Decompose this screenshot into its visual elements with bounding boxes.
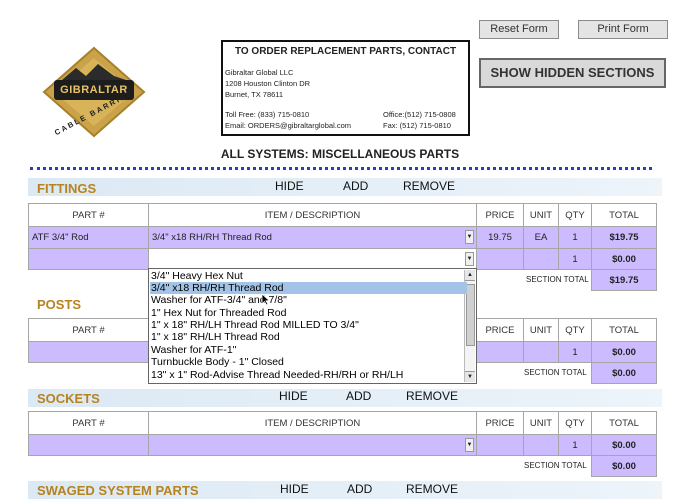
sockets-col-item-header: ITEM / DESCRIPTION [148,411,477,435]
sockets-col-total-header: TOTAL [591,411,657,435]
contact-fax: Fax: (512) 715-0810 [383,121,451,130]
sockets-title: SOCKETS [37,391,100,406]
sockets-col-part-header: PART # [28,411,149,435]
dotted-divider [30,167,652,170]
sockets-row1-qty[interactable]: 1 [558,434,592,456]
fittings-row2-part[interactable] [28,248,149,270]
dropdown-option[interactable]: Turnbuckle Body - 1" Closed [150,356,467,368]
sockets-section-total-label: SECTION TOTAL [524,461,587,470]
dropdown-option-selected[interactable]: 3/4" x18 RH/RH Thread Rod [150,282,467,294]
col-price-header: PRICE [476,203,524,227]
chevron-down-icon[interactable]: ▼ [465,438,474,452]
posts-row1-unit [523,341,559,363]
dropdown-option[interactable]: 3/4" Heavy Hex Nut [150,270,467,282]
posts-col-price-header: PRICE [476,318,524,342]
swaged-remove-button[interactable]: REMOVE [406,482,458,496]
dropdown-option[interactable]: Washer for ATF-3/4" and 7/8" [150,294,467,306]
fittings-title: FITTINGS [37,181,97,196]
fittings-row2-qty[interactable]: 1 [558,248,592,270]
show-hidden-sections-button[interactable]: SHOW HIDDEN SECTIONS [479,58,666,88]
contact-company: Gibraltar Global LLC [225,68,294,77]
col-total-header: TOTAL [591,203,657,227]
sockets-col-unit-header: UNIT [523,411,559,435]
swaged-title: SWAGED SYSTEM PARTS [37,483,199,498]
sockets-row1-total: $0.00 [591,434,657,456]
fittings-section-total: $19.75 [591,269,657,291]
sockets-col-price-header: PRICE [476,411,524,435]
col-item-header: ITEM / DESCRIPTION [148,203,477,227]
swaged-hide-button[interactable]: HIDE [280,482,309,496]
sockets-section-bar [28,389,662,407]
posts-section-total: $0.00 [591,362,657,384]
fittings-hide-button[interactable]: HIDE [275,179,304,193]
fittings-row1-price: 19.75 [476,226,524,249]
contact-box: TO ORDER REPLACEMENT PARTS, CONTACT Gibr… [221,40,470,136]
posts-title: POSTS [37,297,82,312]
page-title: ALL SYSTEMS: MISCELLANEOUS PARTS [220,147,460,161]
fittings-row1-item-select[interactable]: 3/4" x18 RH/RH Thread Rod [148,226,477,249]
item-dropdown-list[interactable]: ▲ ▼ 3/4" Heavy Hex Nut 3/4" x18 RH/RH Th… [148,268,477,384]
dropdown-option[interactable]: 1" x 18" RH/LH Thread Rod MILLED TO 3/4" [150,319,467,331]
gibraltar-logo: GIBRALTAR CABLE BARRIER [40,46,148,142]
fittings-row1-part[interactable]: ATF 3/4" Rod [28,226,149,249]
posts-row1-total: $0.00 [591,341,657,363]
posts-section-total-label: SECTION TOTAL [524,368,587,377]
posts-col-qty-header: QTY [558,318,592,342]
print-form-button[interactable]: Print Form [578,20,668,39]
fittings-row1-unit: EA [523,226,559,249]
posts-col-total-header: TOTAL [591,318,657,342]
reset-form-button[interactable]: Reset Form [479,20,559,39]
col-part-header: PART # [28,203,149,227]
swaged-add-button[interactable]: ADD [347,482,372,496]
contact-tollfree: Toll Free: (833) 715-0810 [225,110,310,119]
fittings-row2-item-select[interactable] [148,248,477,270]
posts-col-unit-header: UNIT [523,318,559,342]
dropdown-option[interactable]: 1" x 18" RH/LH Thread Rod [150,331,467,343]
sockets-section-total: $0.00 [591,455,657,477]
fittings-row1-total: $19.75 [591,226,657,249]
sockets-add-button[interactable]: ADD [346,389,371,403]
fittings-row1-qty[interactable]: 1 [558,226,592,249]
fittings-row2-total: $0.00 [591,248,657,270]
posts-col-part-header: PART # [28,318,149,342]
sockets-hide-button[interactable]: HIDE [279,389,308,403]
contact-address1: 1208 Houston Clinton DR [225,79,311,88]
col-qty-header: QTY [558,203,592,227]
posts-row1-qty[interactable]: 1 [558,341,592,363]
contact-heading: TO ORDER REPLACEMENT PARTS, CONTACT [234,46,457,57]
posts-row1-price [476,341,524,363]
mouse-cursor-icon [261,293,271,306]
col-unit-header: UNIT [523,203,559,227]
contact-email[interactable]: Email: ORDERS@gibraltarglobal.com [225,121,351,130]
sockets-remove-button[interactable]: REMOVE [406,389,458,403]
sockets-col-qty-header: QTY [558,411,592,435]
contact-office: Office:(512) 715-0808 [383,110,456,119]
fittings-row2-unit [523,248,559,270]
dropdown-option[interactable]: 13" x 1" Rod-Advise Thread Needed-RH/RH … [150,369,467,381]
fittings-row2-price [476,248,524,270]
dropdown-option[interactable]: 1" Hex Nut for Threaded Rod [150,307,467,319]
chevron-down-icon[interactable]: ▼ [465,230,474,244]
sockets-row1-price [476,434,524,456]
fittings-add-button[interactable]: ADD [343,179,368,193]
fittings-remove-button[interactable]: REMOVE [403,179,455,193]
scroll-thumb[interactable] [466,284,475,346]
dropdown-option[interactable]: Washer for ATF-1" [150,344,467,356]
posts-row1-part[interactable] [28,341,149,363]
contact-address2: Burnet, TX 78611 [225,90,284,99]
chevron-down-icon[interactable]: ▼ [465,252,474,266]
sockets-row1-part[interactable] [28,434,149,456]
sockets-row1-item-select[interactable] [148,434,477,456]
fittings-section-total-label: SECTION TOTAL [526,275,589,284]
sockets-row1-unit [523,434,559,456]
